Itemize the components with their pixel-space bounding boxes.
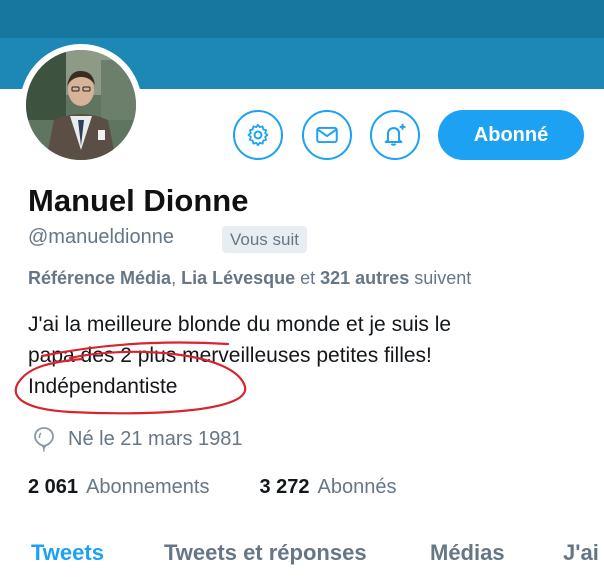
profile-tabs: Tweets Tweets et réponses Médias J'ai <box>0 540 604 578</box>
tab-likes[interactable]: J'ai <box>563 540 599 566</box>
avatar[interactable] <box>26 50 136 160</box>
avatar-photo <box>26 50 136 160</box>
following-button[interactable]: Abonné <box>438 110 584 160</box>
envelope-icon <box>316 126 338 144</box>
follows-you-badge: Vous suit <box>222 226 307 253</box>
message-button[interactable] <box>302 110 352 160</box>
bio-line-3: Indépendantiste <box>28 375 178 398</box>
banner-shade <box>0 0 604 38</box>
followers-label: Abonnés <box>317 476 397 498</box>
notifications-button[interactable] <box>370 110 420 160</box>
profile-stats: 2 061 Abonnements 3 272 Abonnés <box>28 476 397 499</box>
birth-date: Né le 21 mars 1981 <box>32 426 243 452</box>
followed-by-separator-1: , <box>171 268 182 288</box>
profile-handle[interactable]: @manueldionne <box>28 226 174 249</box>
followed-by-separator-2: et <box>295 268 321 288</box>
followed-by-suffix: suivent <box>409 268 472 288</box>
profile-bio: J'ai la meilleure blonde du monde et je … <box>28 309 588 402</box>
followers-stat[interactable]: 3 272 Abonnés <box>259 476 396 499</box>
tab-tweets-and-replies[interactable]: Tweets et réponses <box>164 540 367 566</box>
followed-by[interactable]: Référence Média, Lia Lévesque et 321 aut… <box>28 268 471 289</box>
following-label: Abonnements <box>86 476 210 498</box>
following-stat[interactable]: 2 061 Abonnements <box>28 476 209 499</box>
tab-tweets[interactable]: Tweets <box>31 540 104 566</box>
gear-icon <box>247 123 269 147</box>
followed-by-user-1[interactable]: Référence Média <box>28 268 171 288</box>
bio-line-1: J'ai la meilleure blonde du monde et je … <box>28 313 452 336</box>
birth-date-text: Né le 21 mars 1981 <box>68 427 243 450</box>
tab-media[interactable]: Médias <box>430 540 505 566</box>
settings-button[interactable] <box>233 110 283 160</box>
avatar-frame[interactable] <box>20 44 142 166</box>
following-count: 2 061 <box>28 476 79 498</box>
followed-by-user-2[interactable]: Lia Lévesque <box>181 268 295 288</box>
balloon-icon <box>34 427 54 452</box>
bell-plus-icon <box>384 123 406 146</box>
profile-name: Manuel Dionne <box>28 183 249 218</box>
followers-count: 3 272 <box>259 476 310 498</box>
followed-by-others[interactable]: 321 autres <box>320 268 409 288</box>
bio-line-2: papa des 2 plus merveilleuses petites fi… <box>28 344 432 367</box>
